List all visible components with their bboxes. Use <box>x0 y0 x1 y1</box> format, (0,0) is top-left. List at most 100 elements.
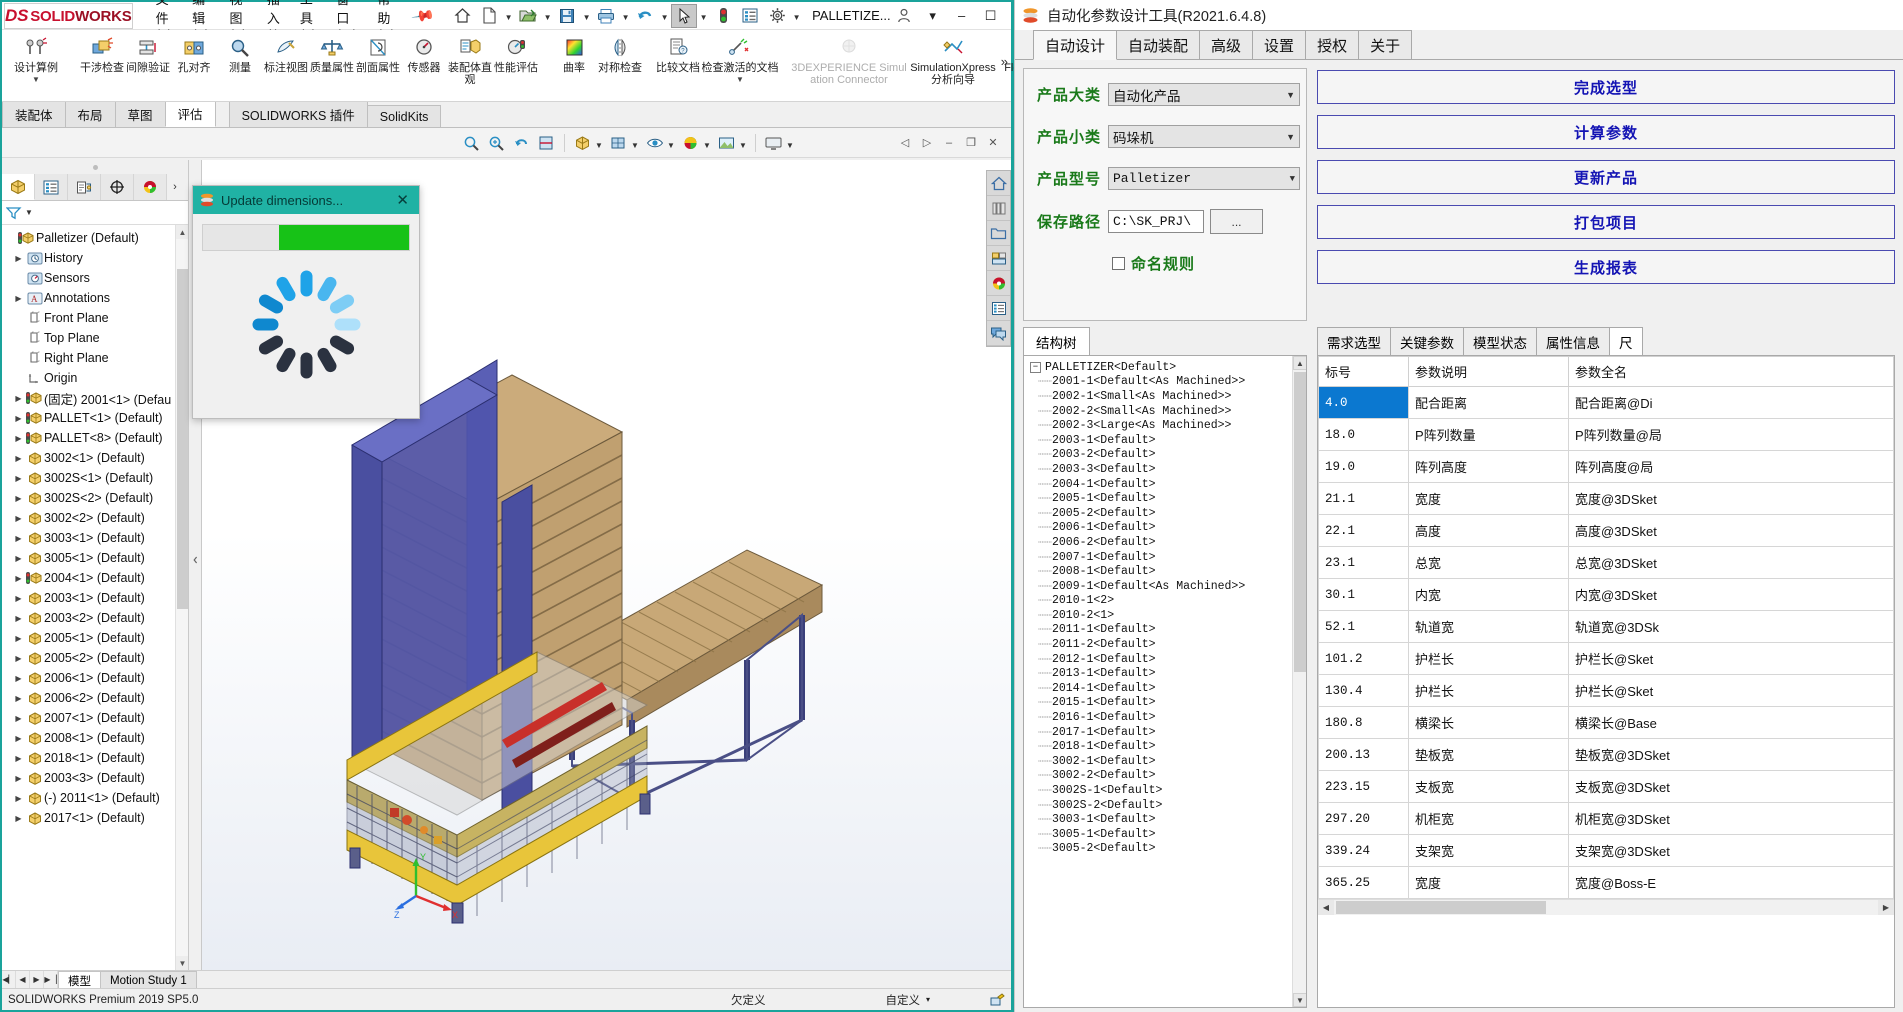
structure-tree-node[interactable]: 2010-2<1> <box>1026 608 1304 623</box>
select-product-model[interactable]: Palletizer ▼ <box>1108 167 1300 190</box>
cell-description[interactable]: 垫板宽 <box>1409 739 1569 771</box>
section-view-icon[interactable] <box>534 131 559 155</box>
feature-tree-item[interactable]: ▶2018<1> (Default) <box>2 748 188 768</box>
task-pane-appearances-icon[interactable] <box>987 271 1010 296</box>
structure-tree-node[interactable]: 2012-1<Default> <box>1026 652 1304 667</box>
expand-arrow-icon[interactable]: ▶ <box>12 414 25 423</box>
structure-tree-node[interactable]: 3002S-2<Default> <box>1026 798 1304 813</box>
expand-arrow-icon[interactable]: ▶ <box>12 634 25 643</box>
update-product-button[interactable]: 更新产品 <box>1317 160 1895 194</box>
table-row[interactable]: 365.25宽度宽度@Boss-E <box>1319 867 1894 899</box>
structure-tree-node[interactable]: 2008-1<Default> <box>1026 564 1304 579</box>
expand-arrow-icon[interactable]: ▶ <box>12 594 25 603</box>
structure-tree-node[interactable]: 2015-1<Default> <box>1026 696 1304 711</box>
cell-description[interactable]: 阵列高度 <box>1409 451 1569 483</box>
calculate-parameters-button[interactable]: 计算参数 <box>1317 115 1895 149</box>
ribbon-simulationxpress[interactable]: SimulationXpress 分析向导 <box>907 32 999 99</box>
cell-id[interactable]: 19.0 <box>1319 451 1409 483</box>
feature-tree-item[interactable]: ▶3003<1> (Default) <box>2 528 188 548</box>
featuremanager-design-tree-tab[interactable] <box>2 174 35 200</box>
property-manager-tab[interactable] <box>35 174 68 200</box>
ribbon-interference-check[interactable]: 干涉检查 <box>79 32 125 99</box>
tab-solidworks-addins[interactable]: SOLIDWORKS 插件 <box>229 100 368 127</box>
feature-manager-more-tabs-icon[interactable]: › <box>167 174 183 200</box>
view-settings-caret-icon[interactable]: ▼ <box>786 131 797 155</box>
table-row[interactable]: 297.20机柜宽机柜宽@3DSket <box>1319 803 1894 835</box>
filter-icon[interactable] <box>6 206 22 220</box>
cell-fullname[interactable]: P阵列数量@局 <box>1569 419 1894 451</box>
ribbon-symmetry-check[interactable]: 对称检查 <box>597 32 643 99</box>
expand-arrow-icon[interactable]: ▶ <box>12 534 25 543</box>
chevron-down-icon[interactable]: ▼ <box>1286 132 1295 142</box>
feature-manager-grip[interactable] <box>2 160 188 174</box>
tool-tab-advanced[interactable]: 高级 <box>1199 30 1253 59</box>
structure-tree-scrollbar[interactable]: ▲ ▼ <box>1292 356 1306 1007</box>
cell-id[interactable]: 223.15 <box>1319 771 1409 803</box>
doc-window-prev[interactable]: ◁ <box>895 134 915 152</box>
new-document-caret-icon[interactable]: ▼ <box>503 4 514 28</box>
ribbon-check-active-document[interactable]: 检查激活的文档 ▼ <box>701 32 779 99</box>
view-orientation-caret-icon[interactable]: ▼ <box>595 131 606 155</box>
table-row[interactable]: 21.1宽度宽度@3DSket <box>1319 483 1894 515</box>
structure-tree-node[interactable]: 2003-3<Default> <box>1026 462 1304 477</box>
ribbon-section-properties[interactable]: 剖面属性 <box>355 32 401 99</box>
package-project-button[interactable]: 打包项目 <box>1317 205 1895 239</box>
cell-fullname[interactable]: 内宽@3DSket <box>1569 579 1894 611</box>
cell-description[interactable]: 护栏长 <box>1409 675 1569 707</box>
print-icon[interactable] <box>593 4 619 28</box>
expand-arrow-icon[interactable]: ▶ <box>12 494 25 503</box>
tool-tab-auto-design[interactable]: 自动设计 <box>1033 30 1117 60</box>
update-dialog-close-button[interactable]: ✕ <box>392 191 413 209</box>
cell-fullname[interactable]: 机柜宽@3DSket <box>1569 803 1894 835</box>
feature-tree-scrollbar[interactable]: ▲ ▼ <box>175 225 188 970</box>
cell-description[interactable]: 支板宽 <box>1409 771 1569 803</box>
expand-arrow-icon[interactable]: ▶ <box>12 794 25 803</box>
structure-tree-node[interactable]: 2007-1<Default> <box>1026 550 1304 565</box>
cell-fullname[interactable]: 横梁长@Base <box>1569 707 1894 739</box>
feature-tree-item[interactable]: ▶3002S<1> (Default) <box>2 468 188 488</box>
expand-arrow-icon[interactable]: ▶ <box>12 454 25 463</box>
parameter-table-hscrollbar[interactable]: ◀ ▶ <box>1318 899 1894 915</box>
table-row[interactable]: 22.1高度高度@3DSket <box>1319 515 1894 547</box>
expand-arrow-icon[interactable]: ▶ <box>12 714 25 723</box>
table-row[interactable]: 18.0P阵列数量P阵列数量@局 <box>1319 419 1894 451</box>
undo-icon[interactable] <box>632 4 658 28</box>
view-settings-icon[interactable] <box>761 131 786 155</box>
status-custom-text[interactable]: 自定义 <box>885 992 920 1008</box>
structure-tree-tab[interactable]: 结构树 <box>1023 327 1090 355</box>
bottom-tab-last-icon[interactable]: ▶▕ <box>44 971 58 988</box>
cell-description[interactable]: P阵列数量 <box>1409 419 1569 451</box>
cell-id[interactable]: 297.20 <box>1319 803 1409 835</box>
tab-key-parameters[interactable]: 关键参数 <box>1390 327 1464 355</box>
doc-window-close[interactable]: ✕ <box>983 134 1003 152</box>
select-product-subcategory[interactable]: 码垛机 ▼ <box>1108 125 1300 148</box>
configuration-manager-tab[interactable] <box>68 174 101 200</box>
scroll-up-icon[interactable]: ▲ <box>176 225 188 239</box>
appearances-caret-icon[interactable]: ▼ <box>703 131 714 155</box>
structure-tree-node[interactable]: 2011-2<Default> <box>1026 637 1304 652</box>
table-row[interactable]: 101.2护栏长护栏长@Sket <box>1319 643 1894 675</box>
status-custom-caret-icon[interactable]: ▾ <box>926 995 930 1004</box>
feature-tree-item[interactable]: Palletizer (Default) <box>2 228 188 248</box>
expand-arrow-icon[interactable]: ▶ <box>12 474 25 483</box>
feature-tree-item[interactable]: ▶2008<1> (Default) <box>2 728 188 748</box>
ribbon-markup-view[interactable]: 标注视图 <box>263 32 309 99</box>
options-list-icon[interactable] <box>737 4 763 28</box>
feature-tree-item[interactable]: Top Plane <box>2 328 188 348</box>
expand-arrow-icon[interactable]: ▶ <box>12 734 25 743</box>
doc-window-minimize[interactable]: – <box>939 134 959 152</box>
cell-id[interactable]: 101.2 <box>1319 643 1409 675</box>
table-row[interactable]: 4.0配合距离配合距离@Di <box>1319 387 1894 419</box>
structure-tree-node[interactable]: 2018-1<Default> <box>1026 739 1304 754</box>
ribbon-overflow-icon[interactable]: » <box>1001 54 1008 69</box>
feature-tree-item[interactable]: ▶2007<1> (Default) <box>2 708 188 728</box>
ribbon-performance-evaluation[interactable]: 性能评估 <box>493 32 539 99</box>
collapse-expander-icon[interactable]: − <box>1030 362 1041 373</box>
tab-requirement-selection[interactable]: 需求选型 <box>1317 327 1391 355</box>
cell-fullname[interactable]: 配合距离@Di <box>1569 387 1894 419</box>
structure-tree-node[interactable]: 2006-1<Default> <box>1026 521 1304 536</box>
structure-tree-node[interactable]: 2006-2<Default> <box>1026 535 1304 550</box>
feature-tree-item[interactable]: ▶2005<1> (Default) <box>2 628 188 648</box>
table-row[interactable]: 130.4护栏长护栏长@Sket <box>1319 675 1894 707</box>
chevron-down-icon[interactable]: ▼ <box>1290 174 1295 184</box>
